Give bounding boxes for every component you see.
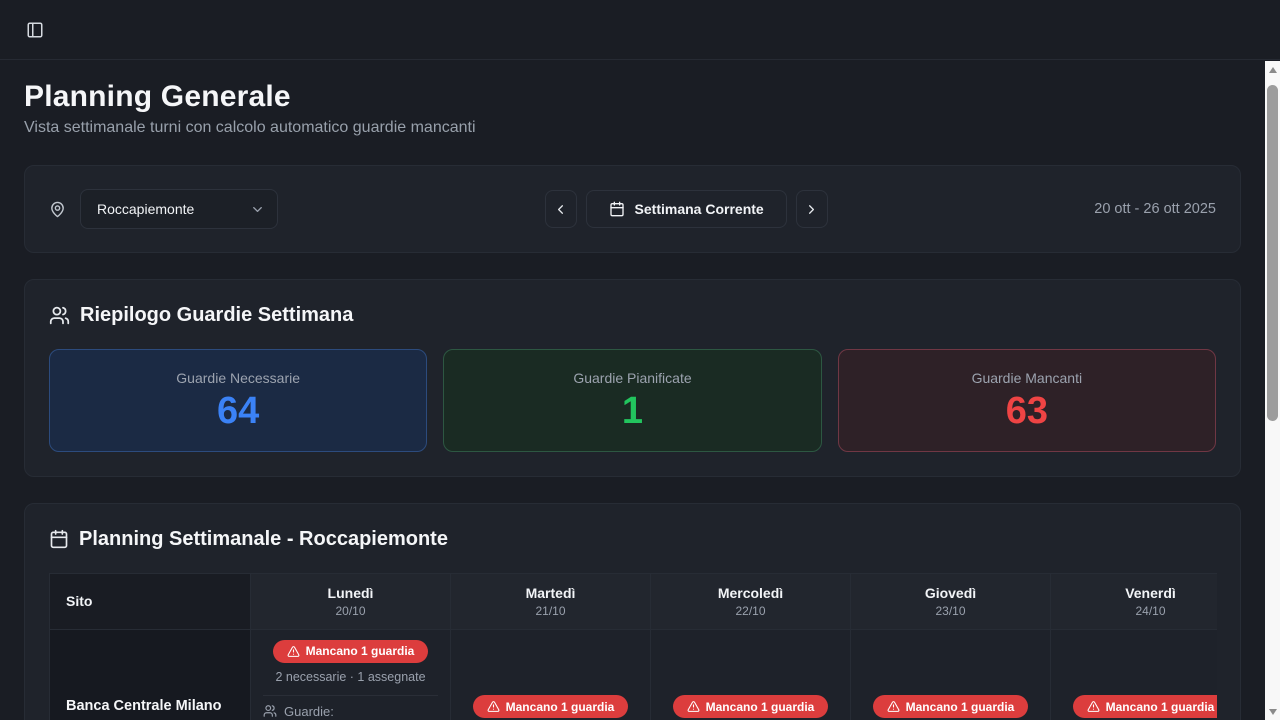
stat-label: Guardie Mancanti	[851, 370, 1203, 386]
topbar	[0, 0, 1280, 60]
scrollbar-thumb[interactable]	[1267, 85, 1278, 421]
planning-section: Planning Settimanale - Roccapiemonte Sit…	[24, 503, 1241, 720]
cell-detail: 2 necessarie · 1 assegnate	[259, 670, 442, 684]
badge-label: Mancano 1 guardia	[306, 644, 415, 658]
column-header-tuesday: Martedì 21/10	[451, 574, 651, 630]
guards-label: Guardie:	[259, 704, 442, 719]
site-header-label: Sito	[66, 593, 92, 609]
column-header-monday: Lunedì 20/10	[251, 574, 451, 630]
day-name: Giovedì	[925, 585, 976, 601]
guards-label-text: Guardie:	[284, 704, 334, 719]
sidebar-toggle-button[interactable]	[22, 17, 48, 43]
site-name: Banca Centrale Milano vmB2h_	[66, 696, 222, 720]
day-date: 22/10	[735, 604, 765, 618]
shift-cell-wednesday: Mancano 1 guardia 1 necessarie · 0 asseg…	[651, 630, 851, 720]
stat-grid: Guardie Necessarie 64 Guardie Pianificat…	[49, 349, 1216, 452]
date-range-label: 20 ott - 26 ott 2025	[1094, 201, 1216, 217]
column-header-friday: Venerdì 24/10	[1051, 574, 1217, 630]
alert-triangle-icon	[887, 700, 900, 713]
shift-cell-tuesday: Mancano 1 guardia 1 necessarie · 0 asseg…	[451, 630, 651, 720]
badge-label: Mancano 1 guardia	[1106, 700, 1215, 714]
users-icon	[263, 704, 277, 718]
stat-label: Guardie Pianificate	[456, 370, 808, 386]
current-week-label: Settimana Corrente	[635, 201, 764, 217]
next-week-button[interactable]	[796, 190, 828, 228]
summary-title: Riepilogo Guardie Settimana	[49, 304, 1216, 327]
stat-value: 63	[851, 391, 1203, 433]
missing-guard-badge[interactable]: Mancano 1 guardia	[673, 695, 829, 718]
planning-title-text: Planning Settimanale - Roccapiemonte	[79, 528, 448, 551]
scrollbar-down-arrow[interactable]	[1265, 704, 1280, 719]
alert-triangle-icon	[487, 700, 500, 713]
day-name: Venerdì	[1125, 585, 1176, 601]
cell-divider	[263, 695, 438, 696]
day-name: Mercoledì	[718, 585, 783, 601]
stat-card-missing: Guardie Mancanti 63	[838, 349, 1216, 452]
page-title: Planning Generale	[24, 80, 1241, 114]
map-pin-icon	[49, 201, 66, 218]
column-header-site: Sito	[50, 574, 251, 630]
chevron-down-icon	[250, 202, 265, 217]
planning-title: Planning Settimanale - Roccapiemonte	[49, 528, 1216, 551]
scrollbar-up-arrow[interactable]	[1265, 62, 1280, 77]
column-header-thursday: Giovedì 23/10	[851, 574, 1051, 630]
shift-cell-friday: Mancano 1 guardia 1 necessarie · 0 asseg…	[1051, 630, 1217, 720]
badge-label: Mancano 1 guardia	[506, 700, 615, 714]
missing-guard-badge[interactable]: Mancano 1 guardia	[273, 640, 429, 663]
current-week-button[interactable]: Settimana Corrente	[586, 190, 787, 228]
filter-bar: Roccapiemonte Settimana Corrente	[24, 165, 1241, 253]
column-header-wednesday: Mercoledì 22/10	[651, 574, 851, 630]
chevron-left-icon	[553, 202, 568, 217]
previous-week-button[interactable]	[545, 190, 577, 228]
shift-cell-monday: Mancano 1 guardia 2 necessarie · 1 asseg…	[251, 630, 451, 720]
site-name-line1: Banca Centrale Milano	[66, 696, 222, 717]
alert-triangle-icon	[687, 700, 700, 713]
shift-cell-thursday: Mancano 1 guardia 1 necessarie · 0 asseg…	[851, 630, 1051, 720]
planning-table: Sito Lunedì 20/10 Martedì 21/10 Mercoled…	[49, 573, 1217, 720]
day-name: Lunedì	[328, 585, 374, 601]
alert-triangle-icon	[1087, 700, 1100, 713]
location-select[interactable]: Roccapiemonte	[80, 189, 278, 229]
main-content: Planning Generale Vista settimanale turn…	[0, 60, 1265, 720]
location-select-value: Roccapiemonte	[97, 201, 194, 217]
stat-card-planned: Guardie Pianificate 1	[443, 349, 821, 452]
users-icon	[49, 305, 70, 326]
badge-label: Mancano 1 guardia	[706, 700, 815, 714]
day-date: 23/10	[935, 604, 965, 618]
week-navigation: Settimana Corrente	[545, 190, 828, 228]
location-group: Roccapiemonte	[49, 189, 278, 229]
alert-triangle-icon	[287, 645, 300, 658]
day-date: 20/10	[335, 604, 365, 618]
stat-value: 64	[62, 391, 414, 433]
vertical-scrollbar[interactable]	[1265, 61, 1280, 720]
missing-guard-badge[interactable]: Mancano 1 guardia	[473, 695, 629, 718]
panel-left-icon	[26, 21, 44, 39]
badge-label: Mancano 1 guardia	[906, 700, 1015, 714]
stat-label: Guardie Necessarie	[62, 370, 414, 386]
stat-card-necessary: Guardie Necessarie 64	[49, 349, 427, 452]
page-subtitle: Vista settimanale turni con calcolo auto…	[24, 119, 1241, 137]
calendar-icon	[49, 529, 69, 549]
chevron-right-icon	[804, 202, 819, 217]
stat-value: 1	[456, 391, 808, 433]
calendar-icon	[609, 201, 625, 217]
missing-guard-badge[interactable]: Mancano 1 guardia	[1073, 695, 1217, 718]
day-date: 24/10	[1135, 604, 1165, 618]
summary-section: Riepilogo Guardie Settimana Guardie Nece…	[24, 279, 1241, 477]
site-cell: Banca Centrale Milano vmB2h_	[50, 630, 251, 720]
missing-guard-badge[interactable]: Mancano 1 guardia	[873, 695, 1029, 718]
day-date: 21/10	[535, 604, 565, 618]
summary-title-text: Riepilogo Guardie Settimana	[80, 304, 353, 327]
day-name: Martedì	[526, 585, 576, 601]
